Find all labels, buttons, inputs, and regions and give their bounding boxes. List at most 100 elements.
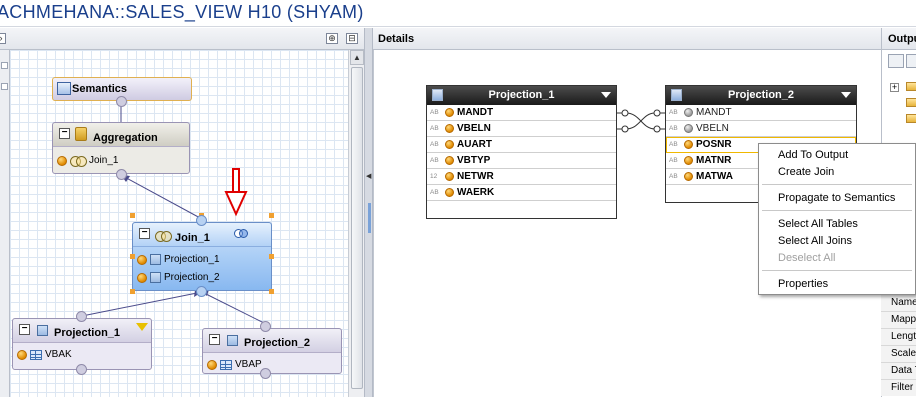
- scroll-up-icon[interactable]: ▲: [350, 50, 364, 65]
- projection-1-output-port[interactable]: [76, 311, 87, 322]
- menu-item-propagate-to-semantics[interactable]: Propagate to Semantics: [778, 192, 895, 204]
- active-column-icon[interactable]: [445, 108, 454, 117]
- palette-item[interactable]: [1, 62, 8, 69]
- semantics-input-port[interactable]: [116, 96, 127, 107]
- projection-2-source: VBAP: [235, 359, 262, 370]
- property-row[interactable]: Name: [881, 294, 916, 311]
- menu-item-properties[interactable]: Properties: [778, 278, 828, 290]
- join-input-port[interactable]: [196, 286, 207, 297]
- projection-1-input-port[interactable]: [76, 364, 87, 375]
- projection-2-node[interactable]: − Projection_2 VBAP: [202, 328, 342, 374]
- join-output-port[interactable]: [196, 215, 207, 226]
- resize-handle[interactable]: [269, 289, 274, 294]
- active-column-icon[interactable]: [445, 172, 454, 181]
- property-row[interactable]: Mapping: [881, 311, 916, 328]
- column-row[interactable]: AB MANDT: [666, 105, 856, 121]
- dropdown-arrow-icon[interactable]: [841, 92, 851, 98]
- attribute-icon: [137, 254, 147, 265]
- aggregation-node[interactable]: − Aggregation Join_1: [52, 122, 190, 174]
- projection-2-output-port[interactable]: [260, 321, 271, 332]
- projection-2-input-port[interactable]: [260, 368, 271, 379]
- resize-handle[interactable]: [130, 254, 135, 259]
- splitter-grip[interactable]: [368, 203, 371, 233]
- column-row[interactable]: 12 NETWR: [427, 169, 616, 185]
- palette-strip: [0, 50, 10, 397]
- join-input-row[interactable]: Projection_1: [137, 254, 220, 265]
- active-column-icon[interactable]: [684, 156, 693, 165]
- active-column-icon[interactable]: [445, 124, 454, 133]
- projection-1-node[interactable]: − Projection_1 VBAK: [12, 318, 152, 370]
- property-row[interactable]: Data Type: [881, 362, 916, 379]
- collapse-pane-icon[interactable]: »: [0, 33, 6, 44]
- resize-handle[interactable]: [269, 254, 274, 259]
- projection-2-source-row[interactable]: VBAP: [207, 359, 262, 370]
- resize-handle[interactable]: [130, 213, 135, 218]
- column-row[interactable]: AB VBELN: [427, 121, 616, 137]
- zoom-fit-icon[interactable]: ⊕: [326, 33, 338, 44]
- active-column-icon[interactable]: [445, 140, 454, 149]
- folder-icon: [906, 98, 916, 107]
- property-row[interactable]: Scale: [881, 345, 916, 362]
- column-name: VBTYP: [457, 155, 491, 166]
- aggregation-input-row[interactable]: Join_1: [57, 155, 118, 167]
- pane-splitter[interactable]: ◀: [364, 28, 373, 397]
- scrollbar-thumb[interactable]: [351, 67, 363, 389]
- aggregation-input-port[interactable]: [116, 169, 127, 180]
- column-row[interactable]: AB VBTYP: [427, 153, 616, 169]
- projection-1-source-row[interactable]: VBAK: [17, 349, 72, 360]
- collapse-arrow-icon[interactable]: ◀: [366, 172, 371, 180]
- menu-item-add-to-output[interactable]: Add To Output: [778, 149, 848, 161]
- column-row[interactable]: AB AUART: [427, 137, 616, 153]
- menu-item-create-join[interactable]: Create Join: [778, 166, 834, 178]
- projection-icon: [150, 272, 161, 283]
- projection-icon: [37, 325, 48, 336]
- join-input-row[interactable]: Projection_2: [137, 272, 220, 283]
- projection-1-label: Projection_1: [54, 327, 121, 339]
- dropdown-arrow-icon[interactable]: [601, 92, 611, 98]
- join-type-icon[interactable]: [234, 229, 248, 239]
- resize-handle[interactable]: [130, 289, 135, 294]
- context-menu[interactable]: Add To Output Create Join Propagate to S…: [758, 143, 916, 295]
- active-column-icon[interactable]: [445, 188, 454, 197]
- column-type-icon: AB: [669, 173, 678, 180]
- toolbar-button[interactable]: [906, 54, 916, 68]
- column-name: MANDT: [457, 107, 494, 118]
- active-column-icon[interactable]: [684, 140, 693, 149]
- expand-icon[interactable]: +: [890, 83, 899, 92]
- attribute-icon: [137, 272, 147, 283]
- collapse-icon[interactable]: −: [59, 128, 70, 139]
- attribute-icon: [57, 155, 67, 166]
- join-icon: [155, 231, 172, 242]
- scenario-vertical-scrollbar[interactable]: ▲: [348, 50, 364, 397]
- column-type-icon: AB: [430, 157, 439, 164]
- menu-item-select-all-joins[interactable]: Select All Joins: [778, 235, 852, 247]
- inactive-column-icon[interactable]: [684, 108, 693, 117]
- join-input-label: Projection_2: [164, 272, 220, 283]
- resize-handle[interactable]: [269, 213, 274, 218]
- column-name: WAERK: [457, 187, 495, 198]
- collapse-icon[interactable]: −: [139, 228, 150, 239]
- active-column-icon[interactable]: [684, 172, 693, 181]
- toolbar-button[interactable]: [888, 54, 904, 68]
- projection-1-table[interactable]: Projection_1 AB MANDT AB VBELN AB AUART AB VBTY…: [426, 85, 617, 219]
- column-row[interactable]: AB MANDT: [427, 105, 616, 121]
- collapse-icon[interactable]: −: [209, 334, 220, 345]
- active-column-icon[interactable]: [445, 156, 454, 165]
- table-header[interactable]: Projection_1: [427, 86, 616, 105]
- palette-item[interactable]: [1, 83, 8, 90]
- inactive-column-icon[interactable]: [684, 124, 693, 133]
- column-type-icon: AB: [430, 189, 439, 196]
- minimize-icon[interactable]: ⊟: [346, 33, 358, 44]
- column-row[interactable]: AB WAERK: [427, 185, 616, 201]
- menu-item-deselect-all: Deselect All: [778, 252, 836, 264]
- column-name: VBELN: [696, 123, 729, 134]
- column-row[interactable]: AB VBELN: [666, 121, 856, 137]
- collapse-icon[interactable]: −: [19, 324, 30, 335]
- join-node[interactable]: − Join_1 Projection_1 Projection_2: [132, 222, 272, 291]
- menu-item-select-all-tables[interactable]: Select All Tables: [778, 218, 858, 230]
- title-bar: ACHMEHANA::SALES_VIEW H10 (SHYAM): [0, 0, 916, 27]
- property-row[interactable]: Length: [881, 328, 916, 345]
- table-header[interactable]: Projection_2: [666, 86, 856, 105]
- output-pane-header: Output: [881, 28, 916, 50]
- property-row[interactable]: Filter: [881, 379, 916, 396]
